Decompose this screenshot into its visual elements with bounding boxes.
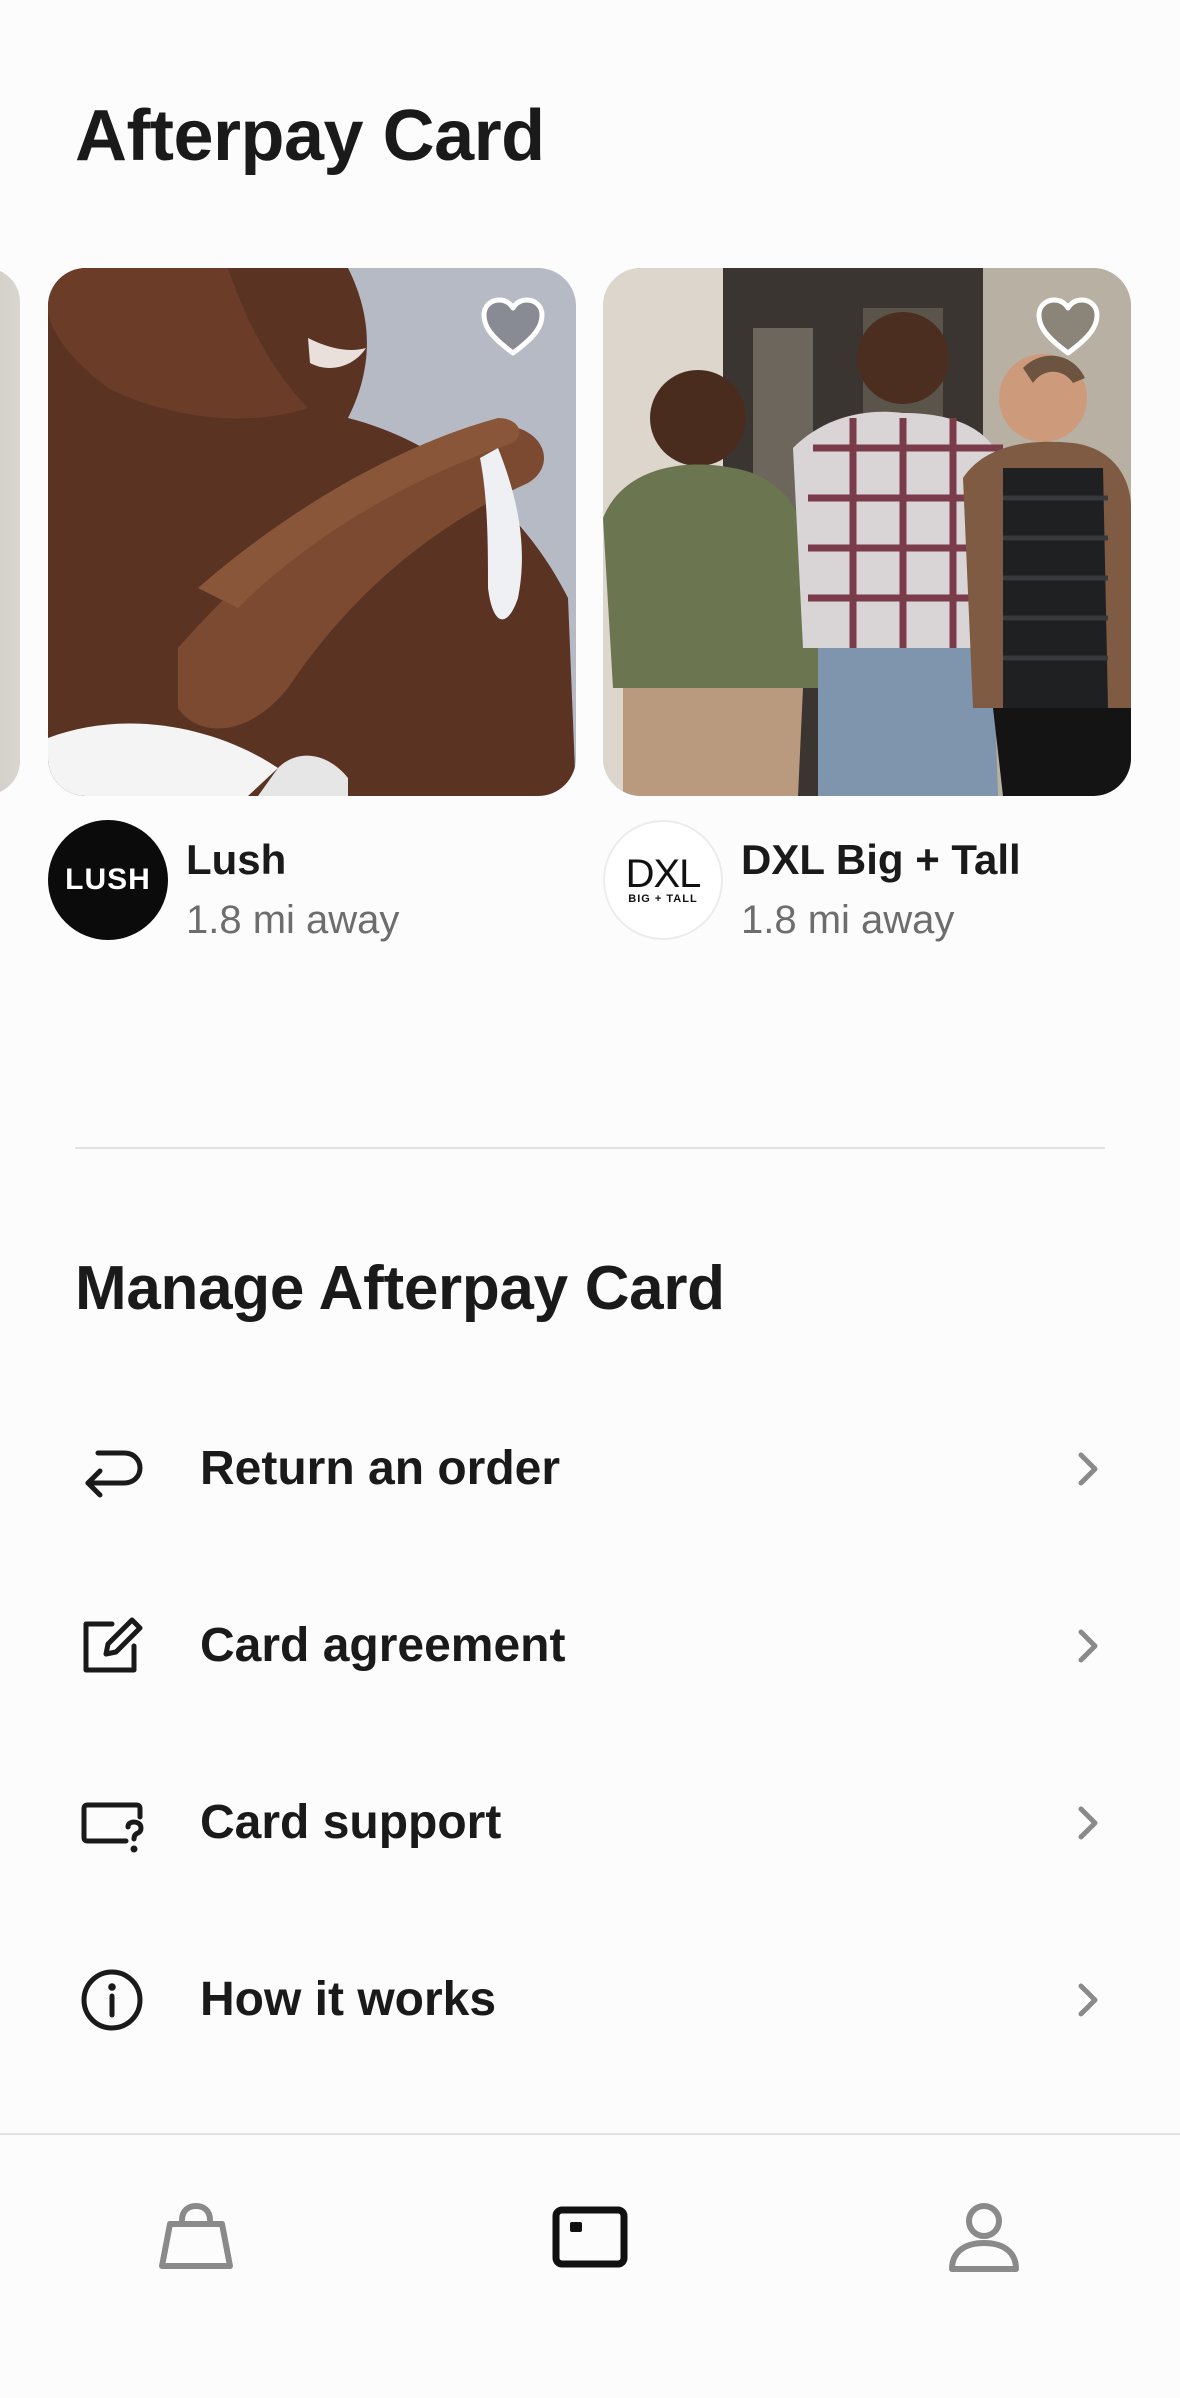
store-card-dxl[interactable]: DXL BIG + TALL DXL Big + Tall 1.8 mi awa… [603, 268, 1131, 950]
section-title: Manage Afterpay Card [75, 1254, 725, 1323]
menu-item-label: Return an order [200, 1442, 561, 1495]
chevron-right-icon [1078, 1806, 1098, 1839]
favorite-heart-icon[interactable] [480, 296, 546, 358]
nav-shop[interactable] [136, 2177, 256, 2297]
return-arrow-icon [85, 1450, 143, 1497]
menu-item-label: Card support [200, 1796, 502, 1849]
card-icon [552, 2206, 628, 2268]
bottom-nav [0, 2133, 1180, 2398]
store-name: Lush [186, 836, 287, 883]
logo-subtext: BIG + TALL [628, 893, 698, 905]
menu-item-how-it-works[interactable]: How it works [0, 1911, 1180, 2088]
menu-item-card-agreement[interactable]: Card agreement [0, 1557, 1180, 1734]
menu-item-card-support[interactable]: Card support [0, 1734, 1180, 1911]
store-distance: 1.8 mi away [741, 898, 955, 942]
menu-item-label: How it works [200, 1973, 497, 2026]
chevron-right-icon [1078, 1452, 1098, 1485]
store-image[interactable] [48, 268, 576, 796]
store-carousel[interactable]: LUSH Lush 1.8 mi away DXL BIG + TALL DXL… [0, 268, 1180, 968]
store-distance: 1.8 mi away [186, 898, 400, 942]
chevron-right-icon [1078, 1629, 1098, 1662]
profile-icon [949, 2203, 1019, 2272]
logo-text: LUSH [65, 863, 151, 896]
store-info: LUSH Lush 1.8 mi away [48, 820, 576, 950]
chevron-right-icon [1078, 1983, 1098, 2016]
nav-profile[interactable] [924, 2177, 1044, 2297]
card-question-icon [81, 1802, 144, 1852]
section-divider [75, 1147, 1105, 1149]
store-card-lush[interactable]: LUSH Lush 1.8 mi away [48, 268, 576, 950]
manage-menu: Return an order Card agreement Card supp… [0, 1380, 1180, 2088]
previous-store-card[interactable] [0, 268, 20, 795]
store-info: DXL BIG + TALL DXL Big + Tall 1.8 mi awa… [603, 820, 1131, 950]
lush-logo: LUSH [48, 820, 168, 940]
favorite-heart-icon[interactable] [1035, 296, 1101, 358]
store-name: DXL Big + Tall [741, 836, 1021, 883]
edit-square-icon [83, 1617, 143, 1672]
store-image[interactable] [603, 268, 1131, 796]
dxl-logo: DXL BIG + TALL [603, 820, 723, 940]
menu-item-return-order[interactable]: Return an order [0, 1380, 1180, 1557]
menu-item-label: Card agreement [200, 1619, 566, 1672]
info-circle-icon [81, 1969, 143, 2030]
logo-text: DXL [625, 852, 702, 896]
shopping-bag-icon [159, 2202, 233, 2269]
nav-card[interactable] [530, 2177, 650, 2297]
page-title: Afterpay Card [75, 96, 545, 176]
